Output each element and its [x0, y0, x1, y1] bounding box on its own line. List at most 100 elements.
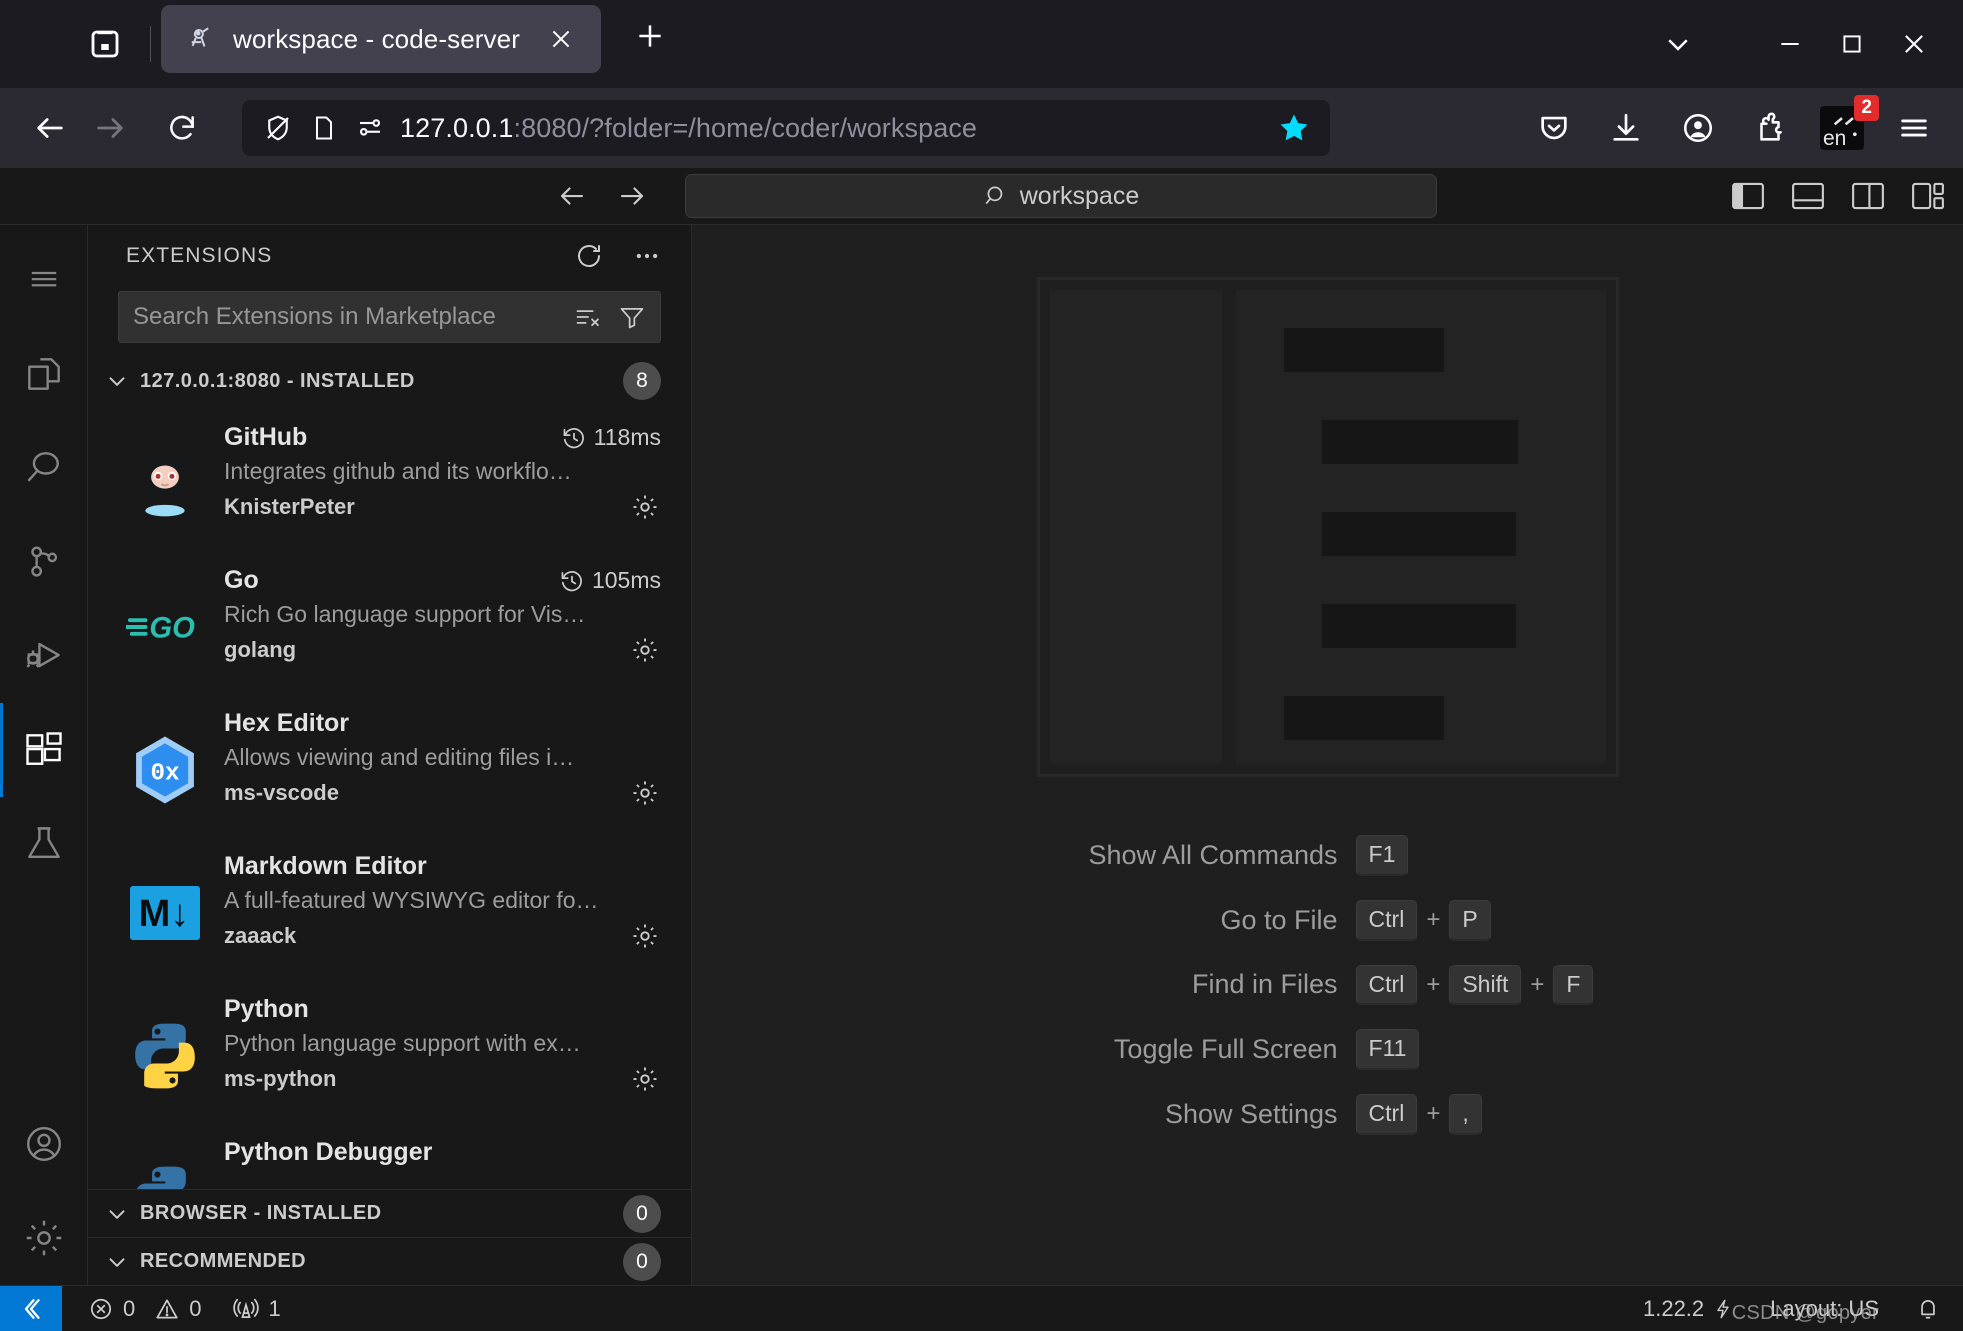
extension-publisher: ms-python — [224, 1066, 337, 1091]
extensions-list-scroll[interactable]: 127.0.0.1:8080 - INSTALLED 8 GitHub 118m… — [88, 357, 691, 1285]
list-item[interactable]: Python Python language support with ex… … — [88, 977, 691, 1120]
permissions-icon[interactable] — [354, 112, 386, 144]
section-label: RECOMMENDED — [140, 1250, 307, 1272]
page-icon — [308, 112, 340, 144]
list-item[interactable]: GitHub 118ms Integrates github and its w… — [88, 405, 691, 548]
accounts-icon[interactable] — [0, 1097, 88, 1191]
window-maximize-button[interactable] — [1821, 14, 1883, 74]
firefox-view-icon[interactable] — [78, 17, 132, 71]
shield-off-icon[interactable] — [262, 112, 294, 144]
extension-description: Python language support with ex… — [224, 1030, 581, 1056]
url-bar[interactable]: 127.0.0.1:8080/?folder=/home/coder/works… — [242, 100, 1330, 156]
source-control-icon[interactable] — [0, 515, 88, 609]
window-minimize-button[interactable] — [1759, 14, 1821, 74]
command-center-text: workspace — [1019, 181, 1140, 210]
vscode-back-icon[interactable] — [555, 179, 589, 213]
chevron-down-icon — [102, 1199, 132, 1229]
settings-gear-icon[interactable] — [0, 1191, 88, 1285]
key-separator: + — [1530, 970, 1545, 998]
run-and-debug-icon[interactable] — [0, 609, 88, 703]
gear-icon[interactable] — [629, 920, 661, 952]
section-header-recommended[interactable]: RECOMMENDED 0 — [88, 1237, 691, 1285]
explorer-icon[interactable] — [0, 327, 88, 421]
toggle-secondary-sidebar-icon[interactable] — [1851, 181, 1885, 211]
keyboard-layout-status[interactable]: Layout: US — [1770, 1296, 1879, 1322]
shortcut-row[interactable]: Show Settings Ctrl + , — [1062, 1094, 1594, 1135]
extensions-icon[interactable] — [1743, 101, 1797, 155]
views-and-more-actions-icon[interactable] — [631, 240, 663, 272]
version-status[interactable]: 1.22.2 — [1643, 1296, 1734, 1322]
shortcut-row[interactable]: Show All Commands F1 — [1062, 835, 1594, 876]
shortcut-row[interactable]: Find in Files Ctrl + Shift + F — [1062, 964, 1594, 1006]
shortcut-label: Toggle Full Screen — [1113, 1034, 1338, 1065]
menu-icon[interactable] — [0, 233, 88, 327]
key-cap: Ctrl — [1355, 1094, 1418, 1135]
shortcut-row[interactable]: Toggle Full Screen F11 — [1062, 1029, 1594, 1070]
hamburger-menu-icon[interactable] — [1887, 101, 1941, 155]
refresh-icon[interactable] — [573, 240, 605, 272]
url-path: :8080/?folder=/home/coder/workspace — [513, 112, 978, 143]
section-header-browser-installed[interactable]: BROWSER - INSTALLED 0 — [88, 1189, 691, 1237]
back-arrow-icon[interactable] — [22, 100, 78, 156]
command-center[interactable]: workspace — [685, 174, 1437, 218]
testing-icon[interactable] — [0, 797, 88, 891]
notifications-bell-icon[interactable] — [1915, 1296, 1941, 1322]
hex-editor-icon: 0x — [126, 731, 204, 809]
toggle-panel-icon[interactable] — [1791, 181, 1825, 211]
section-header-installed[interactable]: 127.0.0.1:8080 - INSTALLED 8 — [88, 357, 691, 405]
url-text[interactable]: 127.0.0.1:8080/?folder=/home/coder/works… — [400, 113, 1260, 144]
vscode-forward-icon[interactable] — [615, 179, 649, 213]
search-icon[interactable] — [0, 421, 88, 515]
gear-icon[interactable] — [629, 634, 661, 666]
gear-icon[interactable] — [629, 491, 661, 523]
ime-indicator[interactable]: en 2 — [1815, 95, 1879, 155]
code-server-favicon — [185, 22, 219, 56]
extension-name: Go — [224, 566, 259, 594]
star-filled-icon[interactable] — [1274, 108, 1314, 148]
extension-publisher: zaaack — [224, 923, 297, 948]
gear-icon[interactable] — [629, 777, 661, 809]
tab-close-icon[interactable] — [543, 21, 579, 57]
key-separator: + — [1426, 1100, 1441, 1128]
warning-count: 0 — [189, 1295, 202, 1321]
section-count-badge: 8 — [623, 362, 661, 400]
list-item[interactable]: 0x Hex Editor Allows viewing and editing… — [88, 691, 691, 834]
svg-text:GO: GO — [149, 612, 195, 644]
browser-tab[interactable]: workspace - code-server — [161, 5, 601, 73]
toggle-primary-sidebar-icon[interactable] — [1731, 181, 1765, 211]
code-server-app: workspace EXTENSIONS Search Extensions i… — [0, 168, 1963, 1331]
extension-publisher: ms-vscode — [224, 780, 339, 805]
pocket-icon[interactable] — [1527, 101, 1581, 155]
ime-notification-badge: 2 — [1854, 95, 1879, 121]
url-host: 127.0.0.1 — [400, 112, 514, 143]
vscode-workbench: EXTENSIONS Search Extensions in Marketpl… — [0, 225, 1963, 1285]
extensions-search-box[interactable] — [118, 291, 661, 343]
shortcut-row[interactable]: Go to File Ctrl + P — [1062, 899, 1594, 941]
ports-status[interactable]: 1 — [232, 1295, 281, 1323]
tab-divider — [150, 26, 151, 62]
filter-icon[interactable] — [616, 301, 648, 333]
window-close-button[interactable] — [1883, 14, 1945, 74]
gear-icon[interactable] — [629, 1063, 661, 1095]
list-item[interactable]: M↓ Markdown Editor A full-featured WYSIW… — [88, 834, 691, 977]
activation-time-value: 118ms — [593, 424, 661, 450]
list-item[interactable]: GO Go 105ms Rich Go language support for… — [88, 548, 691, 691]
account-icon[interactable] — [1671, 101, 1725, 155]
shortcut-label: Show All Commands — [1088, 839, 1338, 870]
list-all-tabs-button[interactable] — [1647, 14, 1709, 74]
problems-status[interactable]: 0 0 — [88, 1296, 202, 1322]
chevron-down-icon — [102, 1247, 132, 1277]
clear-filter-icon[interactable] — [572, 301, 604, 333]
ports-count: 1 — [268, 1295, 281, 1321]
sidebar-bottom-sections: BROWSER - INSTALLED 0 RECOMMENDED 0 — [88, 1189, 691, 1285]
forward-arrow-icon[interactable] — [82, 100, 138, 156]
downloads-icon[interactable] — [1599, 101, 1653, 155]
sidebar-item-extensions[interactable] — [0, 703, 88, 797]
reload-icon[interactable] — [154, 100, 210, 156]
new-tab-button[interactable] — [623, 9, 677, 63]
search-input[interactable] — [133, 303, 560, 331]
customize-layout-icon[interactable] — [1911, 181, 1945, 211]
remote-window-icon[interactable] — [0, 1285, 62, 1331]
key-cap: , — [1449, 1094, 1482, 1135]
section-count-badge: 0 — [623, 1194, 661, 1233]
